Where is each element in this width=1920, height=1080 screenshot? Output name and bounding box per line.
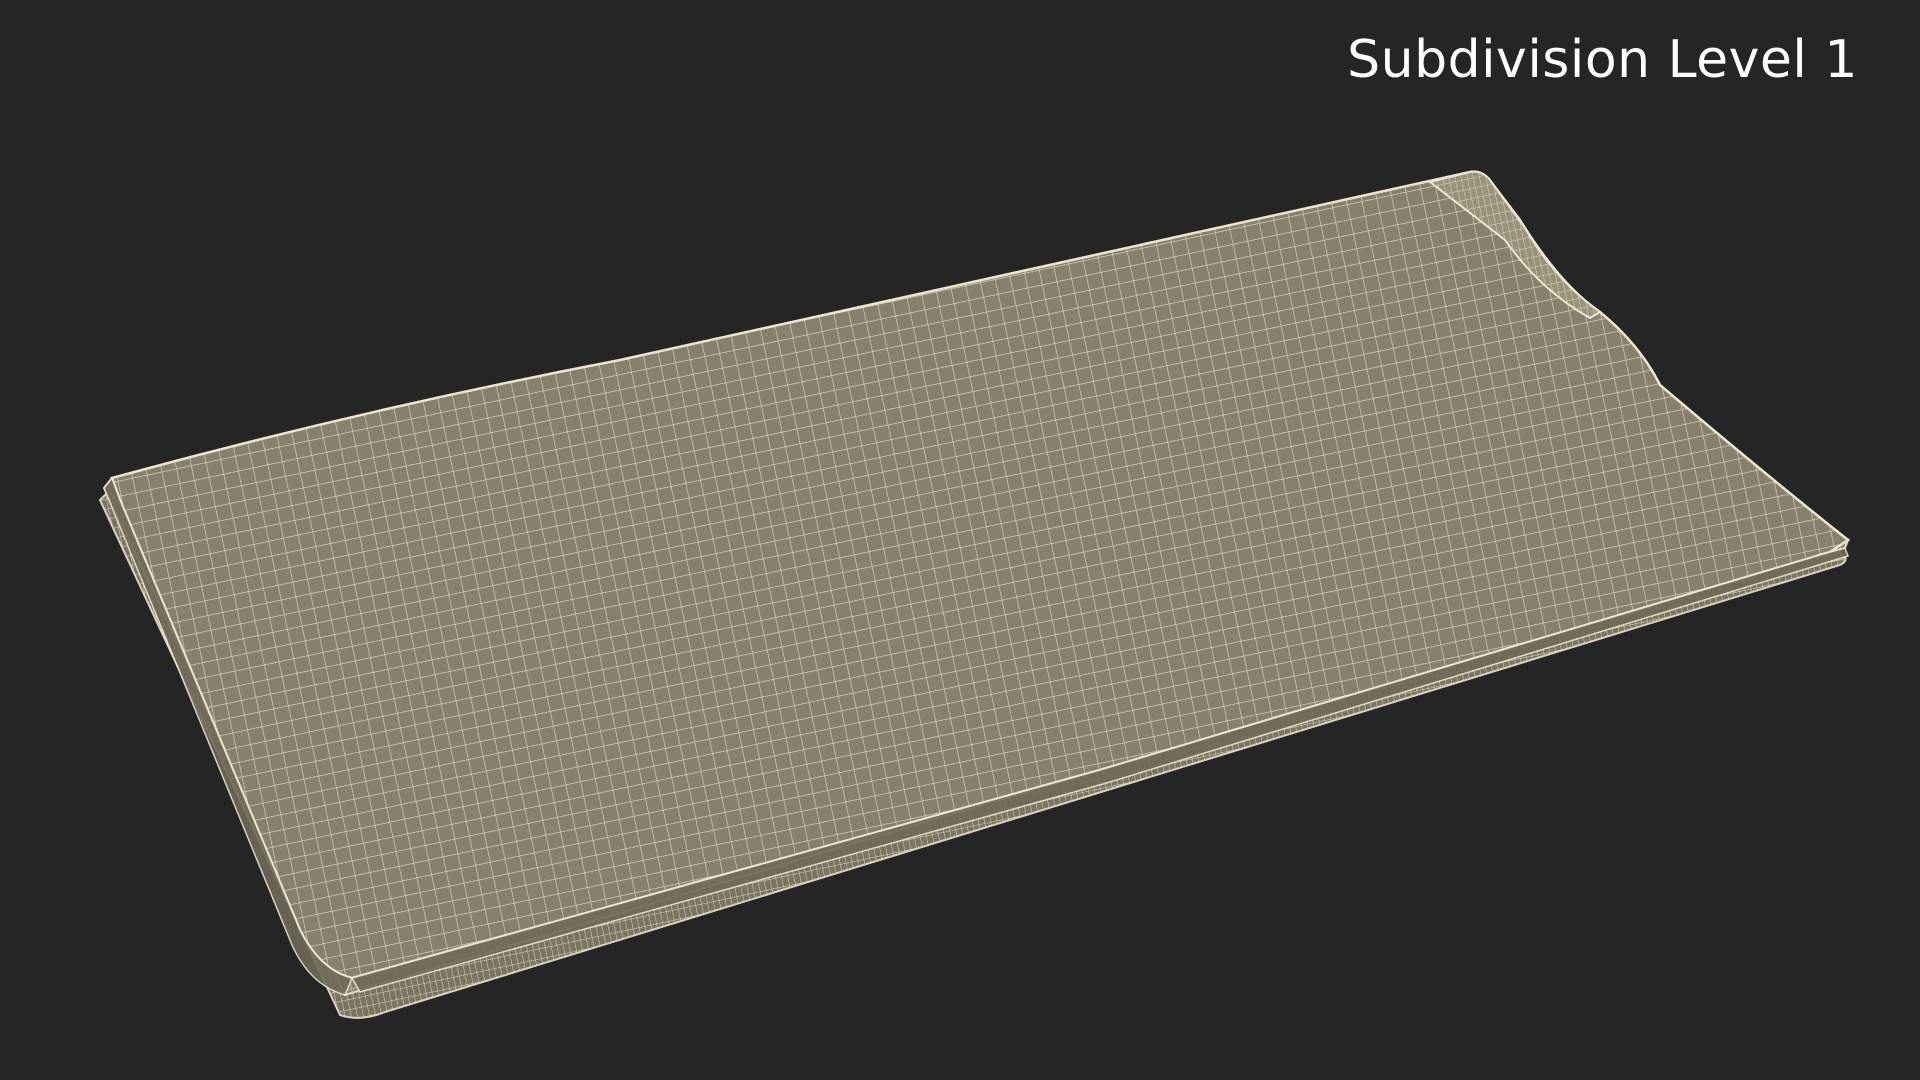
folded-cloth-wireframe (98, 170, 1851, 1019)
render-viewport: Subdivision Level 1 (0, 0, 1920, 1080)
subdivision-level-label: Subdivision Level 1 (1347, 30, 1858, 90)
cloth-top-surface-wire (112, 171, 1848, 979)
